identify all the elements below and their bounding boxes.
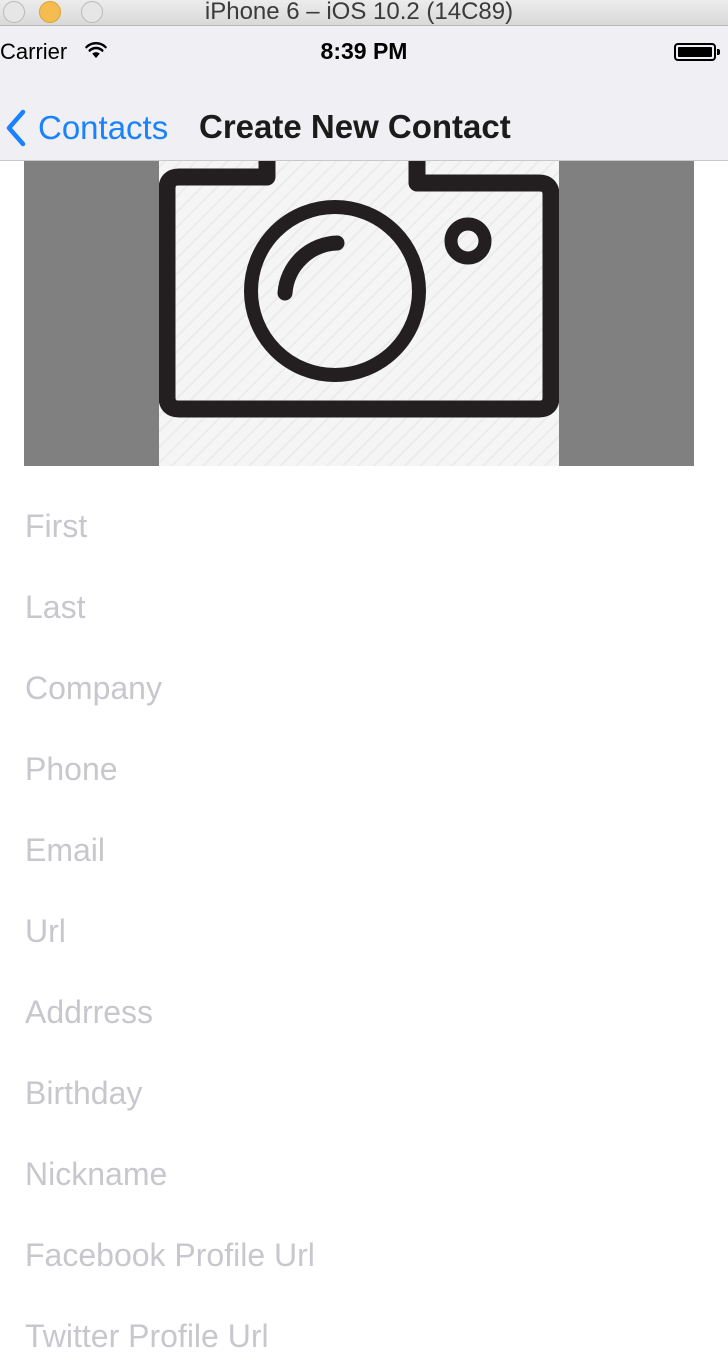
photo-placeholder bbox=[159, 161, 559, 466]
phone-field[interactable] bbox=[25, 739, 685, 799]
status-bar: Carrier 8:39 PM bbox=[0, 26, 728, 66]
first-name-field[interactable] bbox=[25, 496, 685, 556]
back-button[interactable]: Contacts bbox=[2, 106, 168, 150]
simulator-title: iPhone 6 – iOS 10.2 (14C89) bbox=[204, 0, 514, 25]
address-field[interactable] bbox=[25, 982, 685, 1042]
navigation-bar: Contacts Create New Contact bbox=[0, 66, 728, 161]
battery-tip bbox=[717, 49, 720, 55]
url-field[interactable] bbox=[25, 901, 685, 961]
contact-photo-picker[interactable] bbox=[24, 161, 694, 466]
camera-icon bbox=[159, 161, 559, 418]
twitter-url-field[interactable] bbox=[25, 1306, 685, 1366]
company-field[interactable] bbox=[25, 658, 685, 718]
battery-icon bbox=[674, 43, 716, 61]
page-title: Create New Contact bbox=[199, 108, 511, 145]
email-field[interactable] bbox=[25, 820, 685, 880]
birthday-field[interactable] bbox=[25, 1063, 685, 1123]
nickname-field[interactable] bbox=[25, 1144, 685, 1204]
last-name-field[interactable] bbox=[25, 577, 685, 637]
chevron-left-icon bbox=[6, 109, 26, 147]
back-button-label: Contacts bbox=[38, 109, 169, 146]
simulator-title-bar: iPhone 6 – iOS 10.2 (14C89) bbox=[0, 0, 728, 26]
facebook-url-field[interactable] bbox=[25, 1225, 685, 1285]
status-time: 8:39 PM bbox=[320, 38, 408, 64]
